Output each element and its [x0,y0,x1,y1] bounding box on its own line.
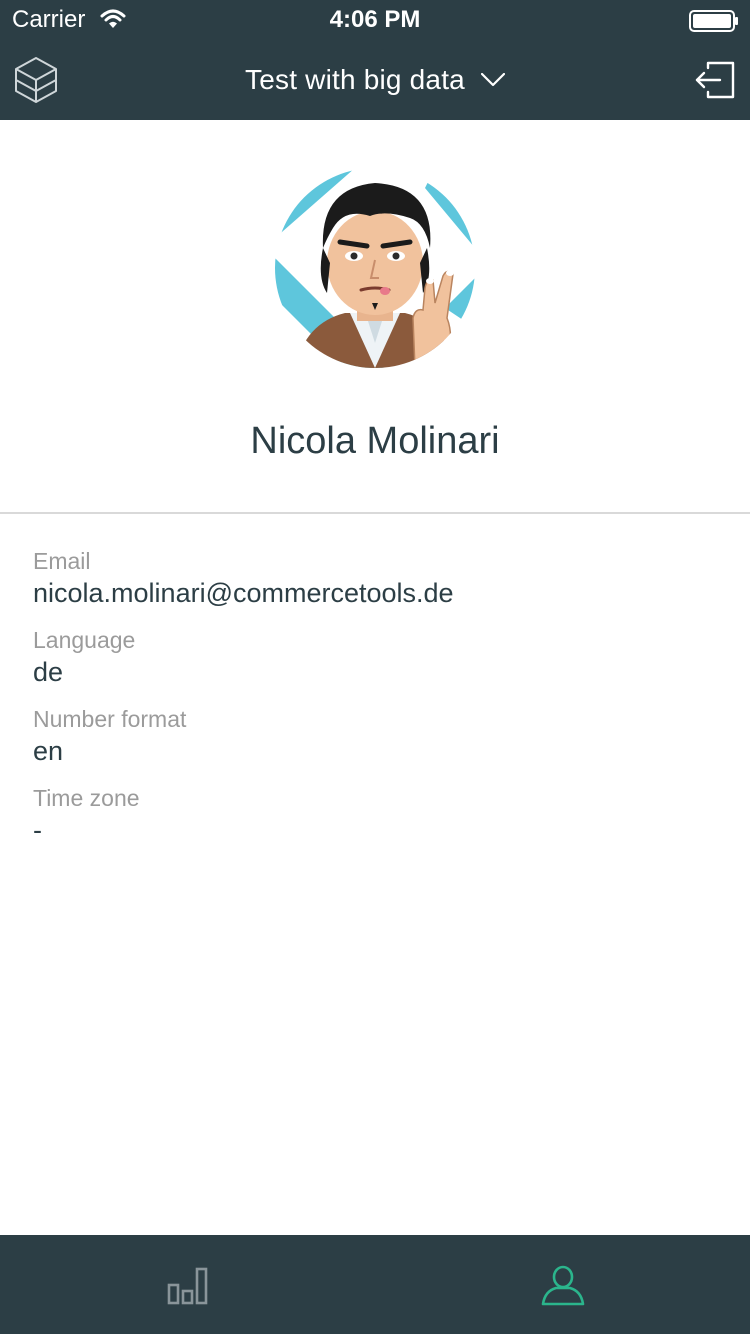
email-value: nicola.molinari@commercetools.de [33,578,454,608]
person-icon [541,1265,584,1305]
divider [0,512,750,514]
status-bar: Carrier 4:06 PM [0,0,750,40]
project-title: Test with big data [245,64,465,95]
number-format-label: Number format [33,706,187,732]
logout-icon[interactable] [694,60,736,100]
email-field: Email nicola.molinari@commercetools.de [33,546,723,625]
email-label: Email [33,548,91,574]
number-format-field: Number format en [33,704,723,783]
time-zone-value: - [33,815,42,845]
tab-bar [0,1235,750,1334]
language-label: Language [33,627,136,653]
time-zone-label: Time zone [33,785,140,811]
status-time: 4:06 PM [329,6,421,33]
bar-chart-icon [167,1267,207,1304]
avatar [275,168,475,368]
language-field: Language de [33,625,723,704]
account-details: Email nicola.molinari@commercetools.de L… [33,546,723,862]
tab-account[interactable] [375,1235,750,1334]
battery-icon [689,10,738,32]
number-format-value: en [33,736,64,766]
avatar-illustration [275,168,475,368]
tab-dashboard[interactable] [0,1235,375,1334]
chevron-down-icon [480,73,505,87]
header: Carrier 4:06 PM Test with big data [0,0,750,120]
time-zone-field: Time zone - [33,783,723,862]
user-name: Nicola Molinari [250,420,500,462]
project-selector[interactable]: Test with big data [0,40,750,120]
account-screen: Carrier 4:06 PM Test with big data Nicol… [0,0,750,1334]
language-value: de [33,657,64,687]
nav-bar: Test with big data [0,40,750,120]
